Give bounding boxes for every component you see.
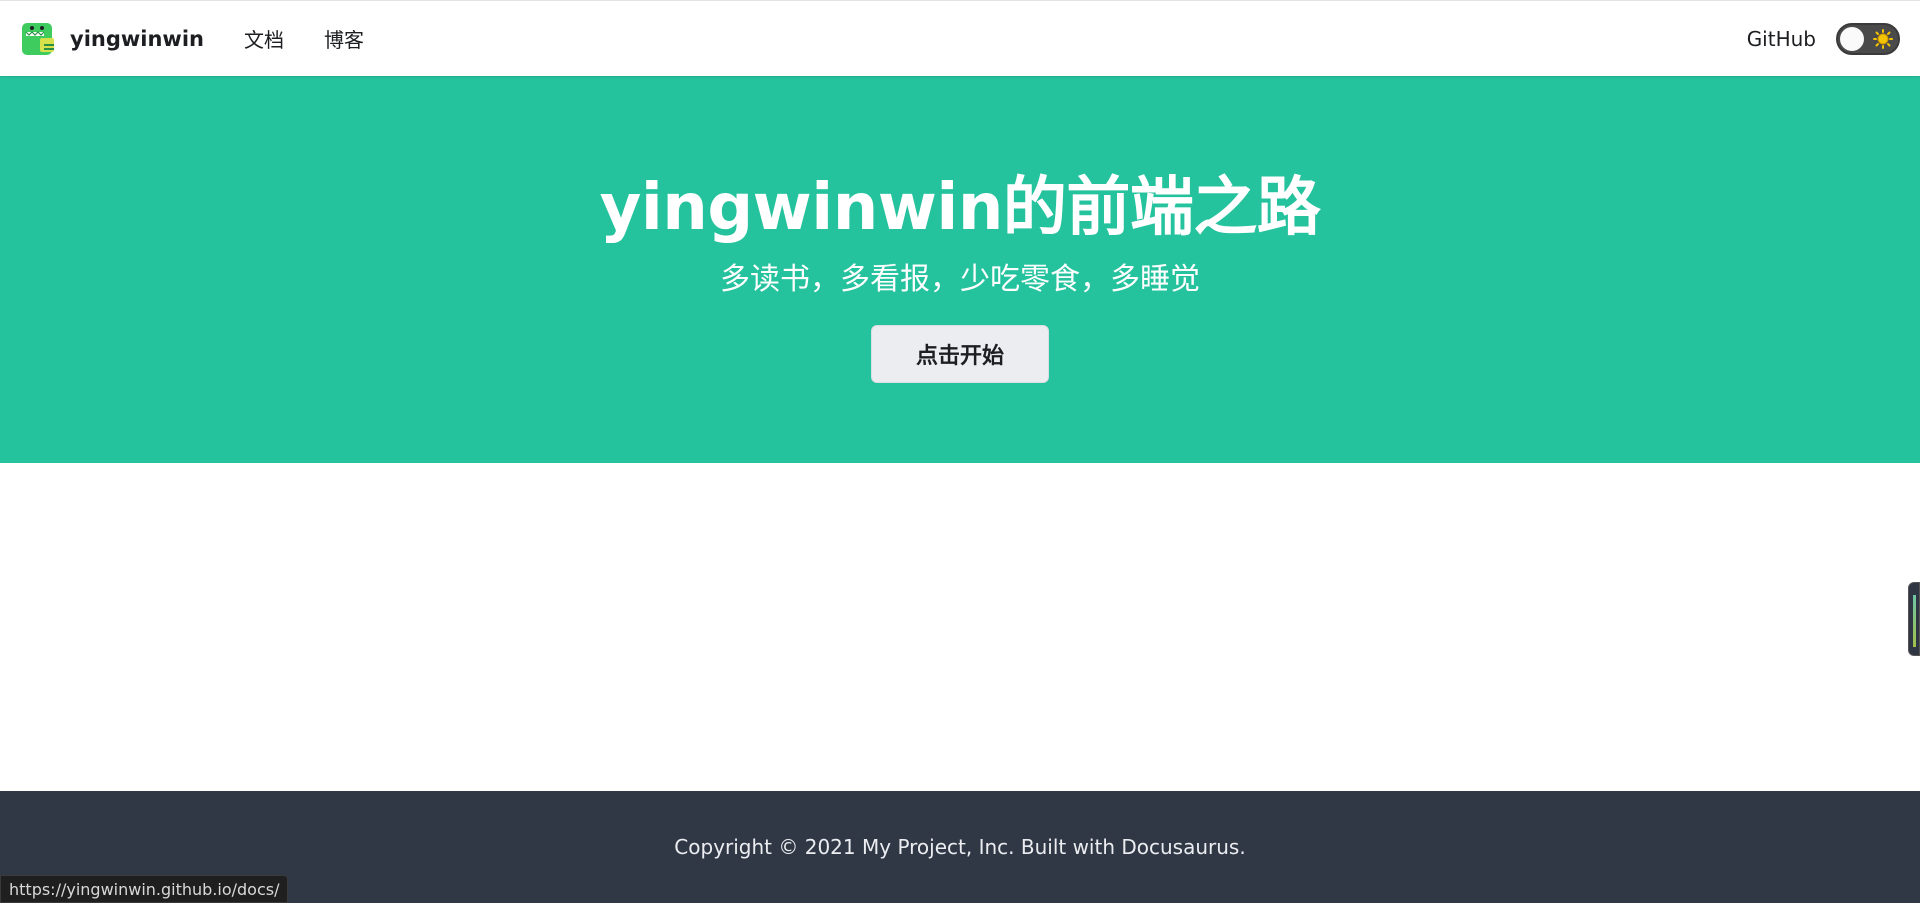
theme-toggle[interactable] (1836, 22, 1900, 55)
main-content (0, 463, 1920, 791)
toggle-knob (1840, 26, 1864, 51)
hero-banner: yingwinwin的前端之路 多读书，多看报，少吃零食，多睡觉 点击开始 (0, 76, 1920, 463)
side-handle-bar (1913, 595, 1916, 647)
navbar-right: GitHub (1747, 22, 1900, 55)
nav-link-docs[interactable]: 文档 (244, 24, 284, 53)
brand-link[interactable]: yingwinwin (20, 20, 204, 58)
side-handle-widget[interactable] (1908, 582, 1920, 656)
sun-icon (1873, 28, 1893, 49)
navbar: yingwinwin 文档 博客 GitHub (0, 0, 1920, 76)
dinosaur-logo-icon (22, 22, 54, 55)
hero-subtitle: 多读书，多看报，少吃零食，多睡觉 (720, 262, 1200, 297)
hero-title: yingwinwin的前端之路 (599, 171, 1321, 245)
footer-copyright: Copyright © 2021 My Project, Inc. Built … (674, 835, 1246, 859)
nav-link-blog[interactable]: 博客 (324, 24, 364, 53)
status-bar-url: https://yingwinwin.github.io/docs/ (0, 875, 289, 903)
get-started-button[interactable]: 点击开始 (871, 325, 1049, 383)
github-link[interactable]: GitHub (1747, 27, 1816, 51)
brand-title: yingwinwin (70, 26, 204, 51)
